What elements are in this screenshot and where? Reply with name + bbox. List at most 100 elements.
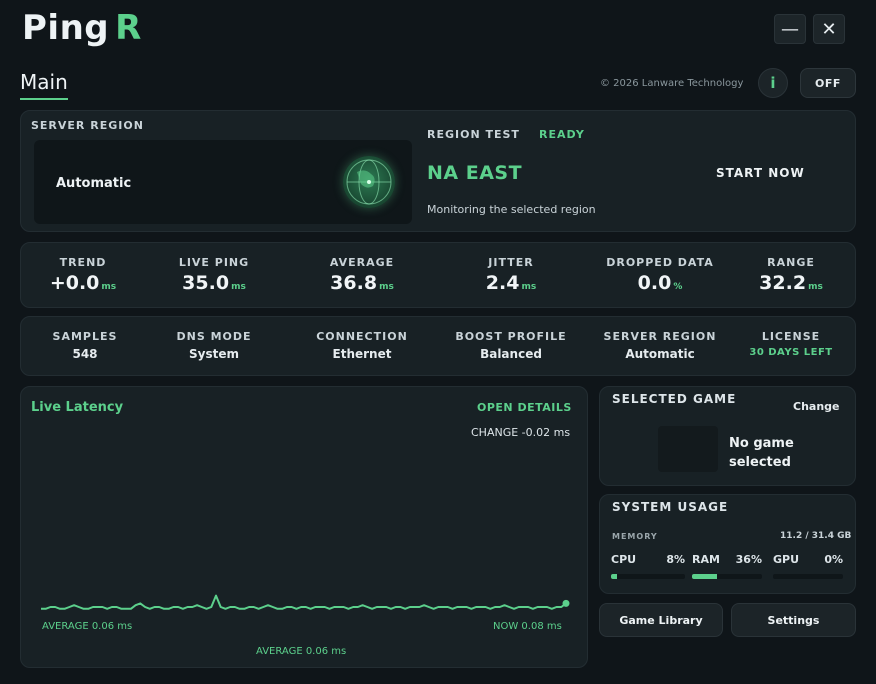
stat-number: 32.2 — [759, 272, 807, 294]
settings-button[interactable]: Settings — [731, 603, 856, 637]
info-label: BOOST PROFILE — [455, 330, 567, 343]
stat-value: 32.2 ms — [721, 272, 861, 294]
stat-value: 2.4 ms — [441, 272, 581, 294]
latency-current-point — [562, 599, 570, 607]
usage-percent: 0% — [824, 553, 843, 566]
info-value: Ethernet — [332, 347, 392, 361]
info-samples: SAMPLES 548 — [15, 330, 155, 361]
latency-series-line — [41, 594, 567, 610]
minimize-button[interactable]: — — [774, 14, 806, 44]
latency-chart — [41, 594, 570, 610]
stat-label: AVERAGE — [329, 256, 395, 269]
info-label: LICENSE — [761, 330, 821, 343]
region-test-region: NA EAST — [427, 162, 523, 184]
copyright-text: © 2026 Lanware Technology — [600, 78, 744, 89]
globe-icon — [343, 156, 395, 208]
info-license: LICENSE 30 DAYS LEFT — [721, 330, 861, 358]
close-icon: ✕ — [821, 18, 837, 40]
change-game-button[interactable]: Change — [793, 400, 840, 413]
latency-average-bottom: AVERAGE 0.06 ms — [256, 646, 347, 657]
no-game-text: No game selected — [729, 436, 794, 470]
memory-label: MEMORY — [612, 532, 658, 541]
stat-number: 2.4 — [485, 272, 520, 294]
info-label: SAMPLES — [52, 330, 118, 343]
stat-label: LIVE PING — [178, 256, 250, 269]
info-value: 548 — [72, 347, 98, 361]
info-value: Balanced — [480, 347, 542, 361]
close-button[interactable]: ✕ — [813, 14, 845, 44]
stat-range: RANGE 32.2 ms — [721, 256, 861, 294]
info-icon: i — [770, 74, 776, 92]
stat-value: +0.0 ms — [13, 272, 153, 294]
stat-value: 36.8 ms — [292, 272, 432, 294]
stat-unit: ms — [231, 282, 246, 292]
region-test-label: REGION TEST — [427, 128, 520, 141]
server-region-title: SERVER REGION — [31, 119, 144, 132]
stat-unit: ms — [379, 282, 394, 292]
selected-game-title: SELECTED GAME — [612, 392, 737, 406]
stat-label: RANGE — [767, 256, 815, 269]
server-region-value: Automatic — [56, 176, 132, 191]
logo-accent: R — [115, 8, 142, 48]
stat-label: DROPPED DATA — [606, 256, 714, 269]
logo-text: Ping — [22, 8, 110, 48]
info-label: SERVER REGION — [603, 330, 717, 343]
latency-average-left: AVERAGE 0.06 ms — [42, 621, 133, 632]
usage-bar — [611, 574, 685, 579]
info-value: System — [189, 347, 239, 361]
usage-name: CPU — [611, 553, 637, 566]
stat-average: AVERAGE 36.8 ms — [292, 256, 432, 294]
latency-change: CHANGE -0.02 ms — [471, 426, 571, 439]
live-latency-title: Live Latency — [31, 400, 124, 415]
usage-percent: 8% — [666, 553, 685, 566]
license-value: 30 DAYS LEFT — [749, 347, 833, 358]
usage-percent: 36% — [735, 553, 762, 566]
region-test-status: READY — [539, 128, 585, 141]
stat-label: TREND — [59, 256, 107, 269]
stat-number: +0.0 — [49, 272, 100, 294]
usage-ram: RAM 36% — [692, 553, 762, 579]
tab-main[interactable]: Main — [20, 70, 68, 100]
memory-value: 11.2 / 31.4 GB — [780, 531, 852, 541]
open-details-link[interactable]: OPEN DETAILS — [477, 401, 572, 414]
usage-gpu: GPU 0% — [773, 553, 843, 579]
info-dns-mode: DNS MODE System — [144, 330, 284, 361]
latency-now: NOW 0.08 ms — [493, 621, 562, 632]
system-usage-title: SYSTEM USAGE — [612, 500, 729, 514]
region-test-description: Monitoring the selected region — [427, 203, 596, 216]
stat-number: 35.0 — [182, 272, 230, 294]
usage-bar-fill — [692, 574, 718, 579]
info-button[interactable]: i — [758, 68, 788, 98]
stat-number: 0.0 — [637, 272, 672, 294]
info-label: DNS MODE — [176, 330, 252, 343]
stat-live-ping: LIVE PING 35.0 ms — [144, 256, 284, 294]
info-server-region: SERVER REGION Automatic — [590, 330, 730, 361]
usage-bar — [692, 574, 762, 579]
info-label: CONNECTION — [316, 330, 408, 343]
stat-trend: TREND +0.0 ms — [13, 256, 153, 294]
stat-dropped-data: DROPPED DATA 0.0% — [590, 256, 730, 294]
usage-name: GPU — [773, 553, 800, 566]
usage-bar — [773, 574, 843, 579]
stat-label: JITTER — [488, 256, 534, 269]
usage-bar-fill — [611, 574, 617, 579]
power-toggle-button[interactable]: OFF — [800, 68, 856, 98]
info-connection: CONNECTION Ethernet — [292, 330, 432, 361]
game-thumbnail — [658, 426, 718, 472]
stat-number: 36.8 — [330, 272, 378, 294]
usage-name: RAM — [692, 553, 720, 566]
usage-cpu: CPU 8% — [611, 553, 685, 579]
stat-unit: % — [673, 282, 683, 292]
stat-value: 0.0% — [590, 272, 730, 294]
minimize-icon: — — [781, 18, 799, 40]
stat-unit: ms — [808, 282, 823, 292]
start-now-button[interactable]: START NOW — [716, 166, 805, 180]
game-library-button[interactable]: Game Library — [599, 603, 723, 637]
stat-jitter: JITTER 2.4 ms — [441, 256, 581, 294]
info-boost-profile: BOOST PROFILE Balanced — [441, 330, 581, 361]
stat-value: 35.0 ms — [144, 272, 284, 294]
stat-unit: ms — [521, 282, 537, 292]
app-logo: Ping R — [22, 8, 142, 48]
stat-unit: ms — [101, 282, 117, 292]
info-value: Automatic — [625, 347, 695, 361]
